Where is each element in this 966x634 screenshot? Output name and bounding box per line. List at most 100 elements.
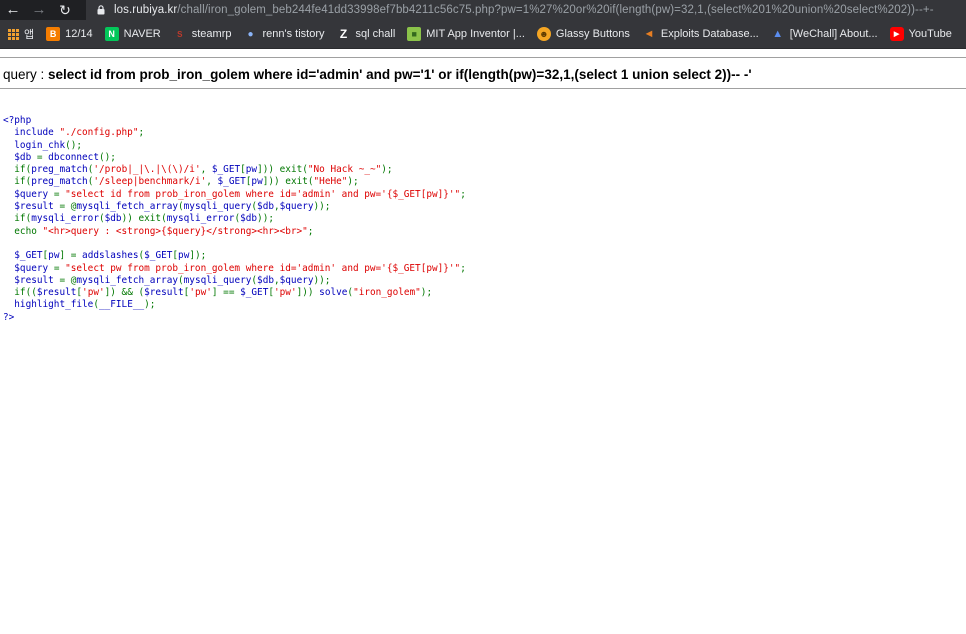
code-line: $query = "select pw from prob_iron_golem…	[3, 263, 466, 274]
code-token: ;	[138, 127, 145, 139]
code-token: ;	[460, 188, 466, 200]
code-token: pw	[251, 176, 263, 188]
code-token: ));	[313, 274, 331, 286]
arrow-right-icon[interactable]: →	[26, 0, 52, 20]
code-line: <?php	[3, 115, 31, 126]
bookmark-steamrp[interactable]: S steamrp	[173, 27, 232, 41]
code-token: ] =	[59, 250, 83, 262]
code-token: ]))	[296, 287, 320, 299]
bookmarks-bar: 앱 B 12/14 N NAVER S steamrp ● renn's tis…	[0, 20, 966, 49]
code-token: 'pw'	[274, 287, 297, 299]
code-token: login_chk	[3, 139, 66, 151]
bookmark-glassy-buttons[interactable]: ☻ Glassy Buttons	[536, 27, 630, 41]
code-token: '/prob|_|\.|\(\)/i'	[93, 164, 201, 176]
bookmark-label: Exploits Database...	[660, 28, 759, 40]
code-token: if(	[3, 213, 32, 225]
bookmark-label: Glassy Buttons	[555, 28, 630, 40]
code-token: mysqli_error	[166, 213, 235, 225]
code-token: $result	[144, 287, 184, 299]
bookmark-label: NAVER	[123, 28, 161, 40]
code-token: if(	[3, 176, 32, 188]
code-token: pw	[48, 250, 60, 262]
query-text: select id from prob_iron_golem where id=…	[48, 67, 752, 82]
code-token: = @	[59, 201, 77, 213]
code-token: ;	[307, 225, 314, 237]
arrow-left-icon[interactable]: ←	[0, 0, 26, 20]
wechall-icon: ▲	[772, 28, 784, 40]
query-label: query :	[3, 67, 49, 82]
code-line: if(($result['pw']) && ($result['pw'] == …	[3, 287, 432, 298]
url-path: /chall/iron_golem_beb244fe41dd33998ef7bb…	[177, 4, 934, 16]
code-token: ,	[206, 176, 218, 188]
code-token: '/sleep|benchmark/i'	[93, 176, 207, 188]
code-line: if(mysqli_error($db)) exit(mysqli_error(…	[3, 213, 274, 224]
code-token: pw	[178, 250, 190, 262]
code-line: $db = dbconnect();	[3, 152, 116, 163]
code-token: ] ==	[211, 287, 241, 299]
code-token: 'pw'	[189, 287, 212, 299]
code-token: $_GET	[3, 250, 43, 262]
code-token: 'pw'	[82, 287, 105, 299]
bookmark-wechall[interactable]: ▲ [WeChall] About...	[771, 27, 878, 41]
bookmark-label: [WeChall] About...	[789, 28, 878, 40]
code-token: ])) exit(	[257, 164, 308, 176]
bookmark-mit-app-inventor[interactable]: ■ MIT App Inventor |...	[407, 27, 525, 41]
code-token: ();	[98, 151, 116, 163]
steamrp-icon: S	[177, 29, 183, 39]
bookmark-12-14[interactable]: B 12/14	[46, 27, 93, 41]
url-host: los.rubiya.kr	[114, 4, 178, 16]
code-line: login_chk();	[3, 140, 82, 151]
lock-icon[interactable]	[94, 5, 108, 15]
bookmark-sql-chall[interactable]: Z sql chall	[337, 27, 395, 41]
code-line: ?>	[3, 312, 14, 323]
blogger-icon: B	[46, 27, 61, 41]
reload-icon[interactable]: ↻	[52, 0, 78, 20]
code-token: $_GET	[144, 250, 173, 262]
code-token: "./config.php"	[59, 127, 139, 139]
code-token: "<hr>query : <strong>{$query}</strong><h…	[42, 225, 308, 237]
code-token: preg_match	[31, 176, 88, 188]
bookmark-naver[interactable]: N NAVER	[104, 27, 161, 41]
code-line: $_GET[pw] = addslashes($_GET[pw]);	[3, 250, 206, 261]
code-token: =	[53, 262, 66, 274]
code-token: solve	[319, 287, 348, 299]
code-token: ])) exit(	[262, 176, 314, 188]
code-token: ));	[257, 213, 274, 225]
code-token: "iron_golem"	[353, 287, 421, 299]
code-line: echo "<hr>query : <strong>{$query}</stro…	[3, 226, 313, 237]
bookmark-renn-tistory[interactable]: ● renn's tistory	[244, 27, 324, 41]
z-icon: Z	[339, 27, 348, 41]
code-token: $_GET	[211, 164, 241, 176]
code-line: $result = @mysqli_fetch_array(mysqli_que…	[3, 201, 330, 212]
code-token: $query	[279, 201, 314, 213]
code-token: ]) && (	[104, 287, 145, 299]
code-token: ;	[460, 262, 466, 274]
url-text[interactable]: los.rubiya.kr/chall/iron_golem_beb244fe4…	[114, 4, 934, 16]
code-token: "select pw from prob_iron_golem where id…	[65, 262, 461, 274]
code-token: $result	[36, 287, 77, 299]
bookmark-apps[interactable]: 앱	[8, 26, 34, 42]
code-token: =	[36, 151, 49, 163]
code-token: include	[3, 127, 60, 139]
code-token: $result	[3, 201, 60, 213]
bookmark-label: steamrp	[191, 28, 232, 40]
bookmark-youtube[interactable]: ▶ YouTube	[889, 27, 952, 41]
code-token: mysqli_query	[183, 274, 252, 286]
code-token: echo	[3, 225, 43, 237]
bookmark-label: YouTube	[908, 28, 952, 40]
code-token: ));	[313, 201, 331, 213]
code-token: );	[420, 287, 433, 299]
apps-grid-icon	[8, 28, 19, 40]
code-token: mysqli_error	[31, 213, 99, 225]
address-bar[interactable]: los.rubiya.kr/chall/iron_golem_beb244fe4…	[86, 0, 966, 20]
code-token: "select id from prob_iron_golem where id…	[65, 188, 461, 200]
code-line: if(preg_match('/sleep|benchmark/i', $_GE…	[3, 176, 358, 188]
browser-toolbar: ← → ↻ los.rubiya.kr/chall/iron_golem_beb…	[0, 0, 966, 20]
code-token: __FILE__	[98, 299, 145, 311]
code-token: preg_match	[31, 164, 88, 176]
bookmark-label: 앱	[24, 29, 35, 41]
bookmark-exploits-database[interactable]: ◄ Exploits Database...	[642, 27, 759, 41]
code-token: "No Hack ~_~"	[307, 164, 382, 176]
code-token: =	[53, 188, 66, 200]
code-token: ,	[200, 164, 212, 176]
